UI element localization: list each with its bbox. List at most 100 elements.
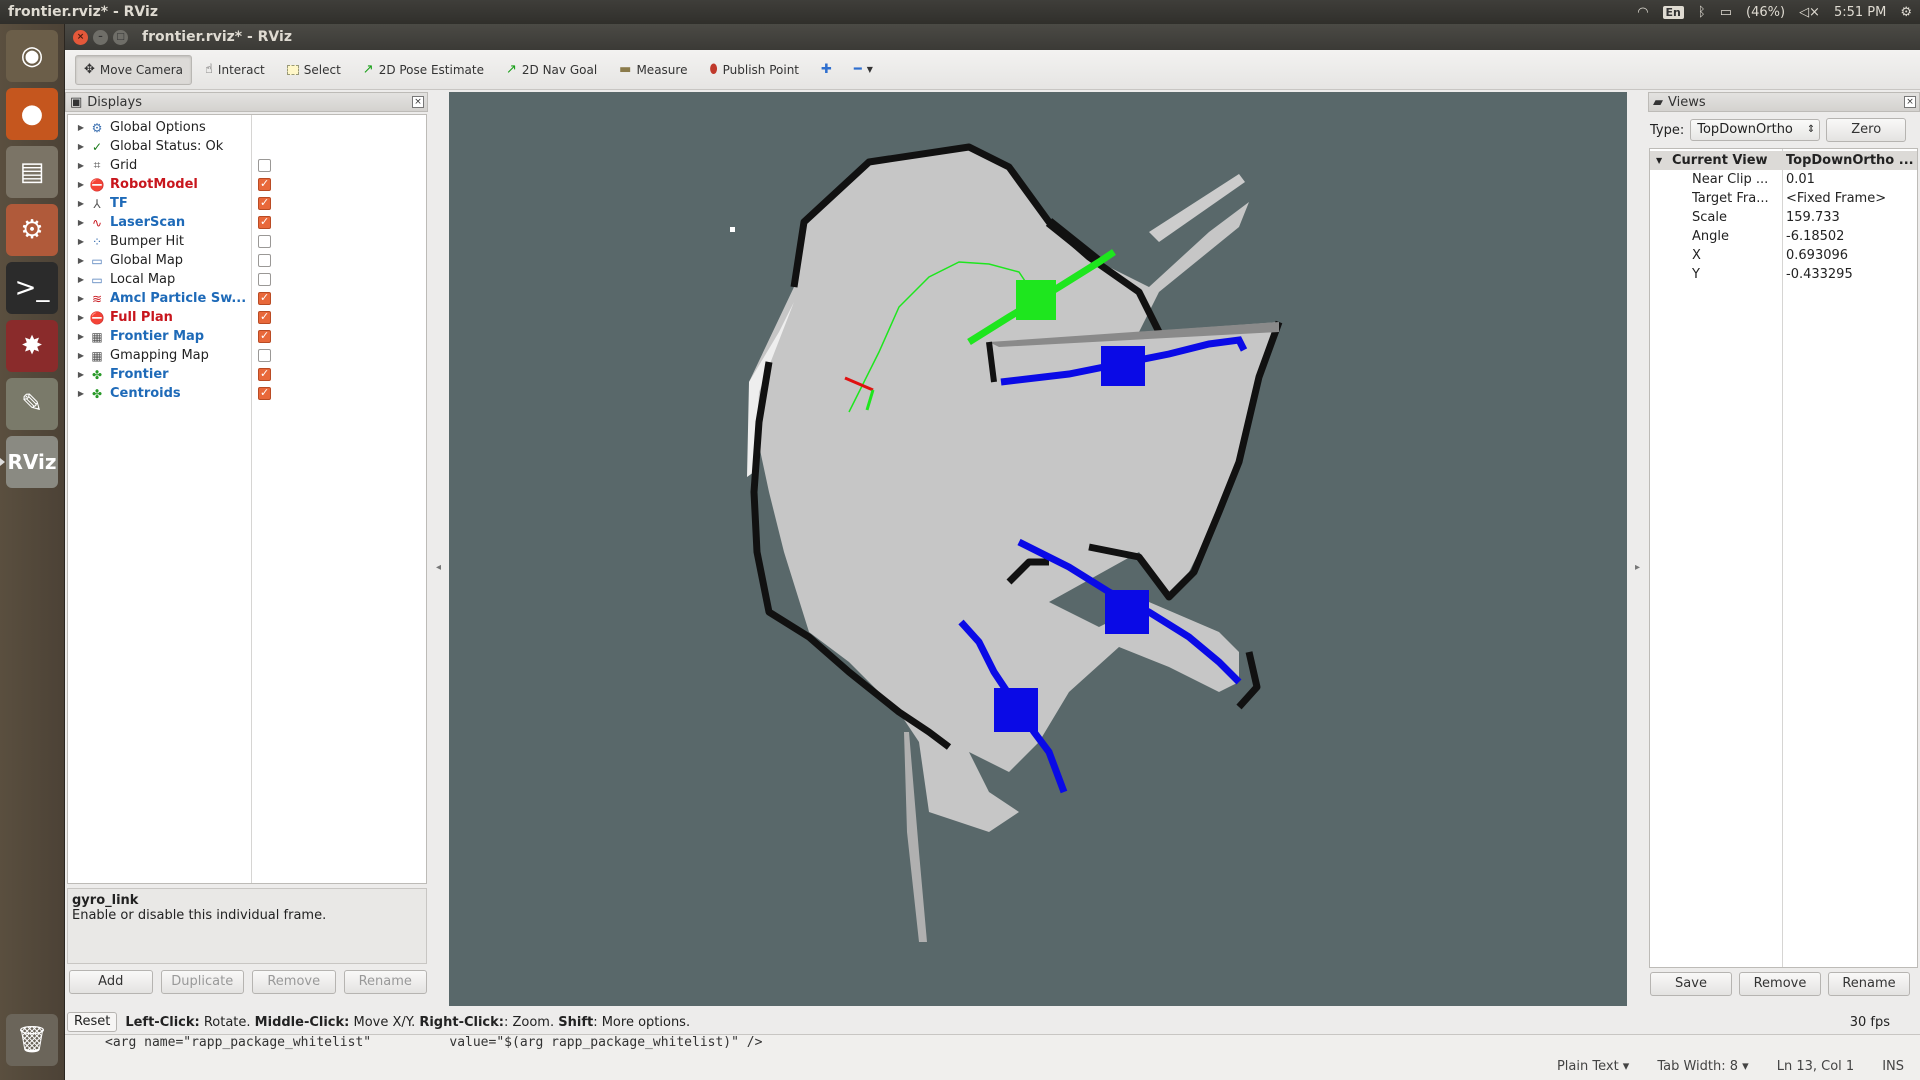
expand-arrow-icon[interactable]: ▼: [1656, 156, 1662, 165]
volume-muted-icon[interactable]: ◁×: [1799, 5, 1820, 20]
rviz-launcher-icon[interactable]: RViz: [0, 436, 58, 488]
display-item[interactable]: ▶ ⛔ RobotModel: [68, 175, 426, 194]
display-enable-checkbox[interactable]: [258, 349, 271, 362]
view-property-value[interactable]: <Fixed Frame>: [1786, 191, 1914, 206]
duplicate-display-button[interactable]: Duplicate: [160, 970, 244, 994]
keyboard-language-indicator[interactable]: En: [1662, 5, 1684, 19]
expand-arrow-icon[interactable]: ▶: [74, 389, 88, 398]
map-visualization[interactable]: [449, 92, 1627, 1006]
remove-view-button[interactable]: Remove: [1739, 972, 1821, 996]
display-enable-checkbox[interactable]: [258, 159, 271, 172]
tool-move-camera[interactable]: ✥ Move Camera: [75, 54, 192, 85]
tab-width-select[interactable]: Tab Width: 8 ▾: [1657, 1059, 1748, 1074]
view-property-value[interactable]: -6.18502: [1786, 229, 1914, 244]
display-enable-checkbox[interactable]: [258, 196, 271, 210]
right-splitter[interactable]: ▸: [1630, 92, 1648, 1006]
battery-percent[interactable]: (46%): [1746, 5, 1785, 20]
tool-measure[interactable]: ▬ Measure: [610, 55, 696, 85]
close-panel-icon[interactable]: ×: [412, 96, 424, 108]
wifi-icon[interactable]: ◠: [1637, 5, 1648, 20]
view-property-row[interactable]: Target Fra... <Fixed Frame>: [1650, 189, 1917, 208]
view-property-row[interactable]: X 0.693096: [1650, 246, 1917, 265]
view-type-select[interactable]: TopDownOrtho: [1690, 119, 1821, 141]
trash-icon[interactable]: 🗑: [6, 1014, 58, 1066]
display-enable-checkbox[interactable]: [258, 291, 271, 305]
display-enable-checkbox[interactable]: [258, 310, 271, 324]
expand-arrow-icon[interactable]: ▶: [74, 313, 88, 322]
current-view-row[interactable]: ▼ Current View TopDownOrtho ...: [1650, 151, 1917, 170]
tool-interact[interactable]: ☝ Interact: [196, 55, 274, 85]
display-item[interactable]: ▶ ✓ Global Status: Ok: [68, 137, 426, 156]
display-item[interactable]: ▶ ⅄ TF: [68, 194, 426, 213]
expand-arrow-icon[interactable]: ▶: [74, 199, 88, 208]
expand-arrow-icon[interactable]: ▶: [74, 351, 88, 360]
settings-gear-icon[interactable]: ⚙: [1900, 5, 1912, 20]
save-view-button[interactable]: Save: [1650, 972, 1732, 996]
add-display-button[interactable]: Add: [69, 970, 153, 994]
display-item[interactable]: ▶ ∿ LaserScan: [68, 213, 426, 232]
view-property-row[interactable]: Scale 159.733: [1650, 208, 1917, 227]
render-view[interactable]: [449, 92, 1627, 1006]
display-item[interactable]: ▶ ▭ Global Map: [68, 251, 426, 270]
display-enable-checkbox[interactable]: [258, 215, 271, 229]
ros-app-icon[interactable]: ✸: [6, 320, 58, 372]
view-property-value[interactable]: 0.01: [1786, 172, 1914, 187]
expand-arrow-icon[interactable]: ▶: [74, 332, 88, 341]
display-item[interactable]: ▶ ≋ Amcl Particle Sw...: [68, 289, 426, 308]
system-settings-icon[interactable]: ⚙: [6, 204, 58, 256]
display-enable-checkbox[interactable]: [258, 273, 271, 286]
tool-2d-nav-goal[interactable]: ↗ 2D Nav Goal: [497, 55, 606, 85]
view-property-row[interactable]: Near Clip ... 0.01: [1650, 170, 1917, 189]
view-property-value[interactable]: 159.733: [1786, 210, 1914, 225]
view-property-value[interactable]: 0.693096: [1786, 248, 1914, 263]
rename-display-button[interactable]: Rename: [343, 970, 427, 994]
display-enable-checkbox[interactable]: [258, 329, 271, 343]
display-item[interactable]: ▶ ▭ Local Map: [68, 270, 426, 289]
display-enable-checkbox[interactable]: [258, 177, 271, 191]
left-splitter[interactable]: ◂: [431, 92, 449, 1006]
expand-arrow-icon[interactable]: ▶: [74, 256, 88, 265]
display-enable-checkbox[interactable]: [258, 367, 271, 381]
expand-arrow-icon[interactable]: ▶: [74, 161, 88, 170]
expand-arrow-icon[interactable]: ▶: [74, 370, 88, 379]
tool-publish-point[interactable]: ⬮ Publish Point: [700, 55, 808, 85]
view-property-row[interactable]: Angle -6.18502: [1650, 227, 1917, 246]
view-property-row[interactable]: Y -0.433295: [1650, 265, 1917, 284]
firefox-icon[interactable]: ●: [6, 88, 58, 140]
close-window-icon[interactable]: ×: [73, 29, 88, 45]
ubuntu-dash-icon[interactable]: ◉: [6, 30, 58, 82]
tool-select[interactable]: Select: [278, 55, 350, 85]
maximize-window-icon[interactable]: □: [113, 29, 128, 45]
expand-arrow-icon[interactable]: ▶: [74, 180, 88, 189]
display-item[interactable]: ▶ ⌗ Grid: [68, 156, 426, 175]
tool-2d-pose-estimate[interactable]: ↗ 2D Pose Estimate: [354, 55, 493, 85]
display-item[interactable]: ▶ ✤ Centroids: [68, 384, 426, 403]
clock[interactable]: 5:51 PM: [1834, 5, 1886, 20]
expand-arrow-icon[interactable]: ▶: [74, 123, 88, 132]
display-item[interactable]: ▶ ⛔ Full Plan: [68, 308, 426, 327]
display-enable-checkbox[interactable]: [258, 254, 271, 267]
expand-arrow-icon[interactable]: ▶: [74, 294, 88, 303]
add-tool-button[interactable]: ✚: [812, 55, 841, 85]
display-item[interactable]: ▶ ✤ Frontier: [68, 365, 426, 384]
file-manager-icon[interactable]: ▤: [6, 146, 58, 198]
rename-view-button[interactable]: Rename: [1828, 972, 1910, 996]
editor-code-line[interactable]: <arg name="rapp_package_whitelist" value…: [65, 1035, 1920, 1053]
zero-button[interactable]: Zero: [1826, 118, 1907, 142]
language-select[interactable]: Plain Text ▾: [1557, 1059, 1629, 1074]
reset-button[interactable]: Reset: [67, 1012, 118, 1032]
battery-icon[interactable]: ▭: [1720, 5, 1732, 20]
display-item[interactable]: ▶ ▦ Gmapping Map: [68, 346, 426, 365]
close-panel-icon[interactable]: ×: [1904, 96, 1916, 108]
minimize-window-icon[interactable]: –: [93, 29, 108, 45]
bluetooth-icon[interactable]: ᛒ: [1698, 5, 1706, 20]
display-enable-checkbox[interactable]: [258, 386, 271, 400]
expand-arrow-icon[interactable]: ▶: [74, 218, 88, 227]
remove-display-button[interactable]: Remove: [252, 970, 336, 994]
expand-arrow-icon[interactable]: ▶: [74, 142, 88, 151]
remove-tool-menu-button[interactable]: ━ ▼: [845, 55, 882, 85]
view-property-value[interactable]: -0.433295: [1786, 267, 1914, 282]
display-item[interactable]: ▶ ▦ Frontier Map: [68, 327, 426, 346]
expand-arrow-icon[interactable]: ▶: [74, 275, 88, 284]
display-enable-checkbox[interactable]: [258, 235, 271, 248]
